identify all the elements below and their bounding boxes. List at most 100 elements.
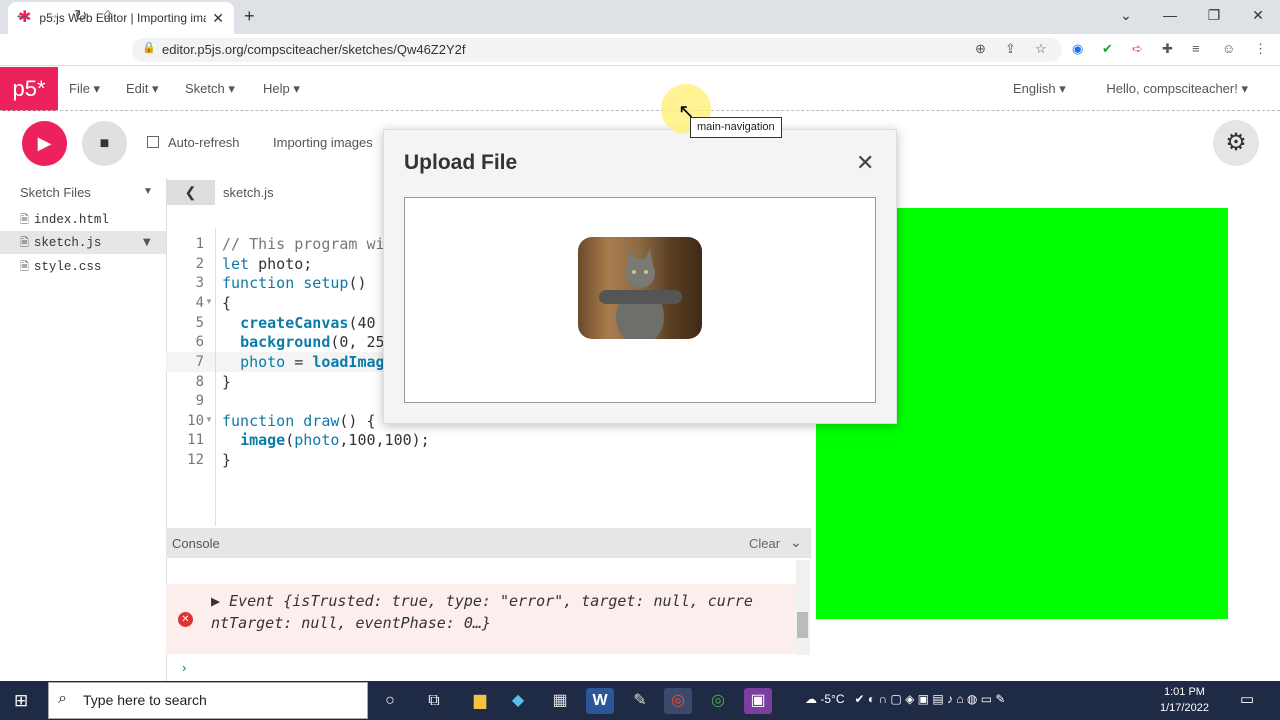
chrome-icon[interactable]: ◎ (664, 688, 692, 714)
sidebar-item-index-html[interactable]: 🗎 index.html (0, 208, 166, 231)
code-line-1[interactable]: // This program wi (222, 235, 385, 255)
sidebar-caret-icon[interactable]: ▼ (143, 186, 153, 197)
sidebar-title: Sketch Files (20, 185, 91, 200)
stop-button[interactable]: ■ (82, 121, 127, 166)
play-button[interactable]: ▶ (22, 121, 67, 166)
file-icon: 🗎 (20, 260, 29, 273)
paint-icon[interactable]: ✎ (626, 688, 654, 714)
back-arrow-icon[interactable]: ← (14, 6, 30, 24)
reading-list-icon[interactable]: ≡ (1192, 41, 1200, 56)
clock-time: 1:01 PM (1163, 686, 1205, 698)
cortana-icon[interactable]: ○ (376, 688, 404, 714)
code-line-4[interactable]: { (222, 294, 231, 314)
line-number: 8 (195, 374, 204, 390)
file-options-caret-icon[interactable]: ▼ (143, 231, 151, 254)
line-number: 12 (187, 452, 204, 468)
tab-title: p5.js Web Editor | Importing ima (39, 11, 207, 25)
console-error-message[interactable]: ▶ Event {isTrusted: true, type: "error",… (211, 590, 796, 634)
app-icon[interactable]: ◆ (504, 688, 532, 714)
code-line-7[interactable]: photo = loadImag (222, 353, 385, 373)
code-line-10[interactable]: function draw() { (222, 412, 376, 432)
settings-gear-icon[interactable]: ⚙ (1213, 120, 1259, 166)
user-menu[interactable]: Hello, compsciteacher! ▾ (1106, 81, 1248, 97)
fold-marker-icon[interactable]: ▼ (205, 415, 213, 424)
taskbar-search-input[interactable]: Type here to search (83, 692, 207, 708)
collapse-sidebar-button[interactable]: ❮ (166, 180, 215, 205)
sidebar-item-style-css[interactable]: 🗎 style.css (0, 255, 166, 278)
lock-icon[interactable]: 🔒 (142, 41, 156, 54)
browser-menu-icon[interactable]: ⋮ (1254, 41, 1267, 57)
url-input[interactable]: editor.p5js.org/compsciteacher/sketches/… (132, 38, 1062, 62)
fold-marker-icon[interactable]: ▼ (205, 297, 213, 306)
line-number: 4 (195, 295, 204, 311)
console-header (166, 528, 811, 558)
maximize-button[interactable]: ❐ (1192, 0, 1236, 30)
code-line-3[interactable]: function setup() (222, 274, 367, 294)
code-line-8[interactable]: } (222, 373, 231, 393)
tab-close-icon[interactable]: ✕ (212, 10, 224, 27)
home-icon[interactable]: ⌂ (103, 6, 113, 24)
minimize-button[interactable]: — (1148, 0, 1192, 30)
menu-edit[interactable]: Edit ▾ (126, 81, 159, 97)
p5-logo[interactable]: p5* (0, 67, 58, 111)
expand-triangle-icon[interactable]: ▶ (211, 592, 220, 610)
project-name[interactable]: Importing images (273, 135, 373, 150)
cat-photo-icon (616, 249, 664, 339)
windows-start-icon[interactable]: ⊞ (14, 691, 28, 711)
calculator-icon[interactable]: ▦ (546, 688, 574, 714)
console-scrollbar[interactable] (796, 560, 810, 655)
menu-sketch[interactable]: Sketch ▾ (185, 81, 235, 97)
close-window-button[interactable]: ✕ (1236, 0, 1280, 30)
modal-title: Upload File (404, 151, 518, 174)
teams-icon[interactable]: ▣ (744, 688, 772, 714)
sidebar-item-sketch-js[interactable]: 🗎 sketch.js ▼ (0, 231, 166, 254)
line-number: 3 (195, 275, 204, 291)
line-number: 6 (195, 334, 204, 350)
code-line-11[interactable]: image(photo,100,100); (222, 431, 430, 451)
uploading-image-thumbnail (578, 237, 702, 339)
profile-avatar-icon[interactable]: ☺ (1222, 41, 1235, 56)
extension-screencast-icon[interactable]: ◉ (1072, 41, 1083, 57)
chrome-alt-icon[interactable]: ◎ (704, 688, 732, 714)
code-line-2[interactable]: let photo; (222, 255, 312, 275)
forward-arrow-icon[interactable]: → (44, 6, 60, 24)
modal-close-icon[interactable]: ✕ (856, 150, 874, 176)
reload-icon[interactable]: ↻ (74, 6, 87, 26)
console-clear-button[interactable]: Clear (749, 536, 780, 551)
task-view-icon[interactable]: ⧉ (420, 688, 448, 714)
word-icon[interactable]: W (586, 688, 614, 714)
extension-arrow-icon[interactable]: ➪ (1132, 41, 1143, 57)
file-explorer-icon[interactable]: ▆ (466, 688, 494, 714)
clock-date: 1/17/2022 (1160, 702, 1209, 714)
file-icon: 🗎 (20, 236, 29, 249)
tooltip: main-navigation (690, 117, 782, 138)
code-line-6[interactable]: background(0, 25 (222, 333, 385, 353)
bookmark-star-icon[interactable]: ☆ (1035, 41, 1047, 57)
language-select[interactable]: English ▾ (1013, 81, 1066, 97)
console-title: Console (172, 536, 220, 551)
console-scrollbar-thumb[interactable] (797, 612, 808, 638)
editor-file-tab[interactable]: sketch.js (223, 185, 274, 200)
console-collapse-chevron-icon[interactable]: ⌄ (790, 534, 802, 551)
menu-file[interactable]: File ▾ (69, 81, 100, 97)
window-controls: ⌄ — ❐ ✕ (1104, 0, 1280, 30)
code-line-5[interactable]: createCanvas(40 (222, 314, 375, 334)
tray-icons: ✔ ◐ ∩ ▢ ◈ ▣ ▤ ♪ ⌂ ◍ ▭ ✎ (847, 692, 1006, 706)
share-icon[interactable]: ⇪ (1005, 41, 1016, 57)
taskbar-clock[interactable]: 1:01 PM 1/17/2022 (1160, 684, 1209, 716)
notification-icon[interactable]: ▭ (1240, 690, 1254, 708)
browser-tab[interactable]: ✱ p5.js Web Editor | Importing ima ✕ (8, 2, 234, 34)
menu-help[interactable]: Help ▾ (263, 81, 300, 97)
file-label: index.html (33, 213, 109, 227)
zoom-icon[interactable]: ⊕ (975, 41, 986, 57)
console-prompt[interactable]: › (182, 660, 186, 675)
line-number: 11 (187, 432, 204, 448)
tab-search-icon[interactable]: ⌄ (1104, 0, 1148, 30)
line-number: 1 (195, 236, 204, 252)
code-line-12[interactable]: } (222, 451, 231, 471)
extensions-puzzle-icon[interactable]: ✚ (1162, 41, 1173, 57)
system-tray[interactable]: ☁ -5°C ✔ ◐ ∩ ▢ ◈ ▣ ▤ ♪ ⌂ ◍ ▭ ✎ (805, 692, 1005, 706)
auto-refresh-checkbox[interactable] (147, 136, 159, 148)
extension-check-icon[interactable]: ✔ (1102, 41, 1113, 57)
new-tab-button[interactable]: + (244, 6, 255, 27)
